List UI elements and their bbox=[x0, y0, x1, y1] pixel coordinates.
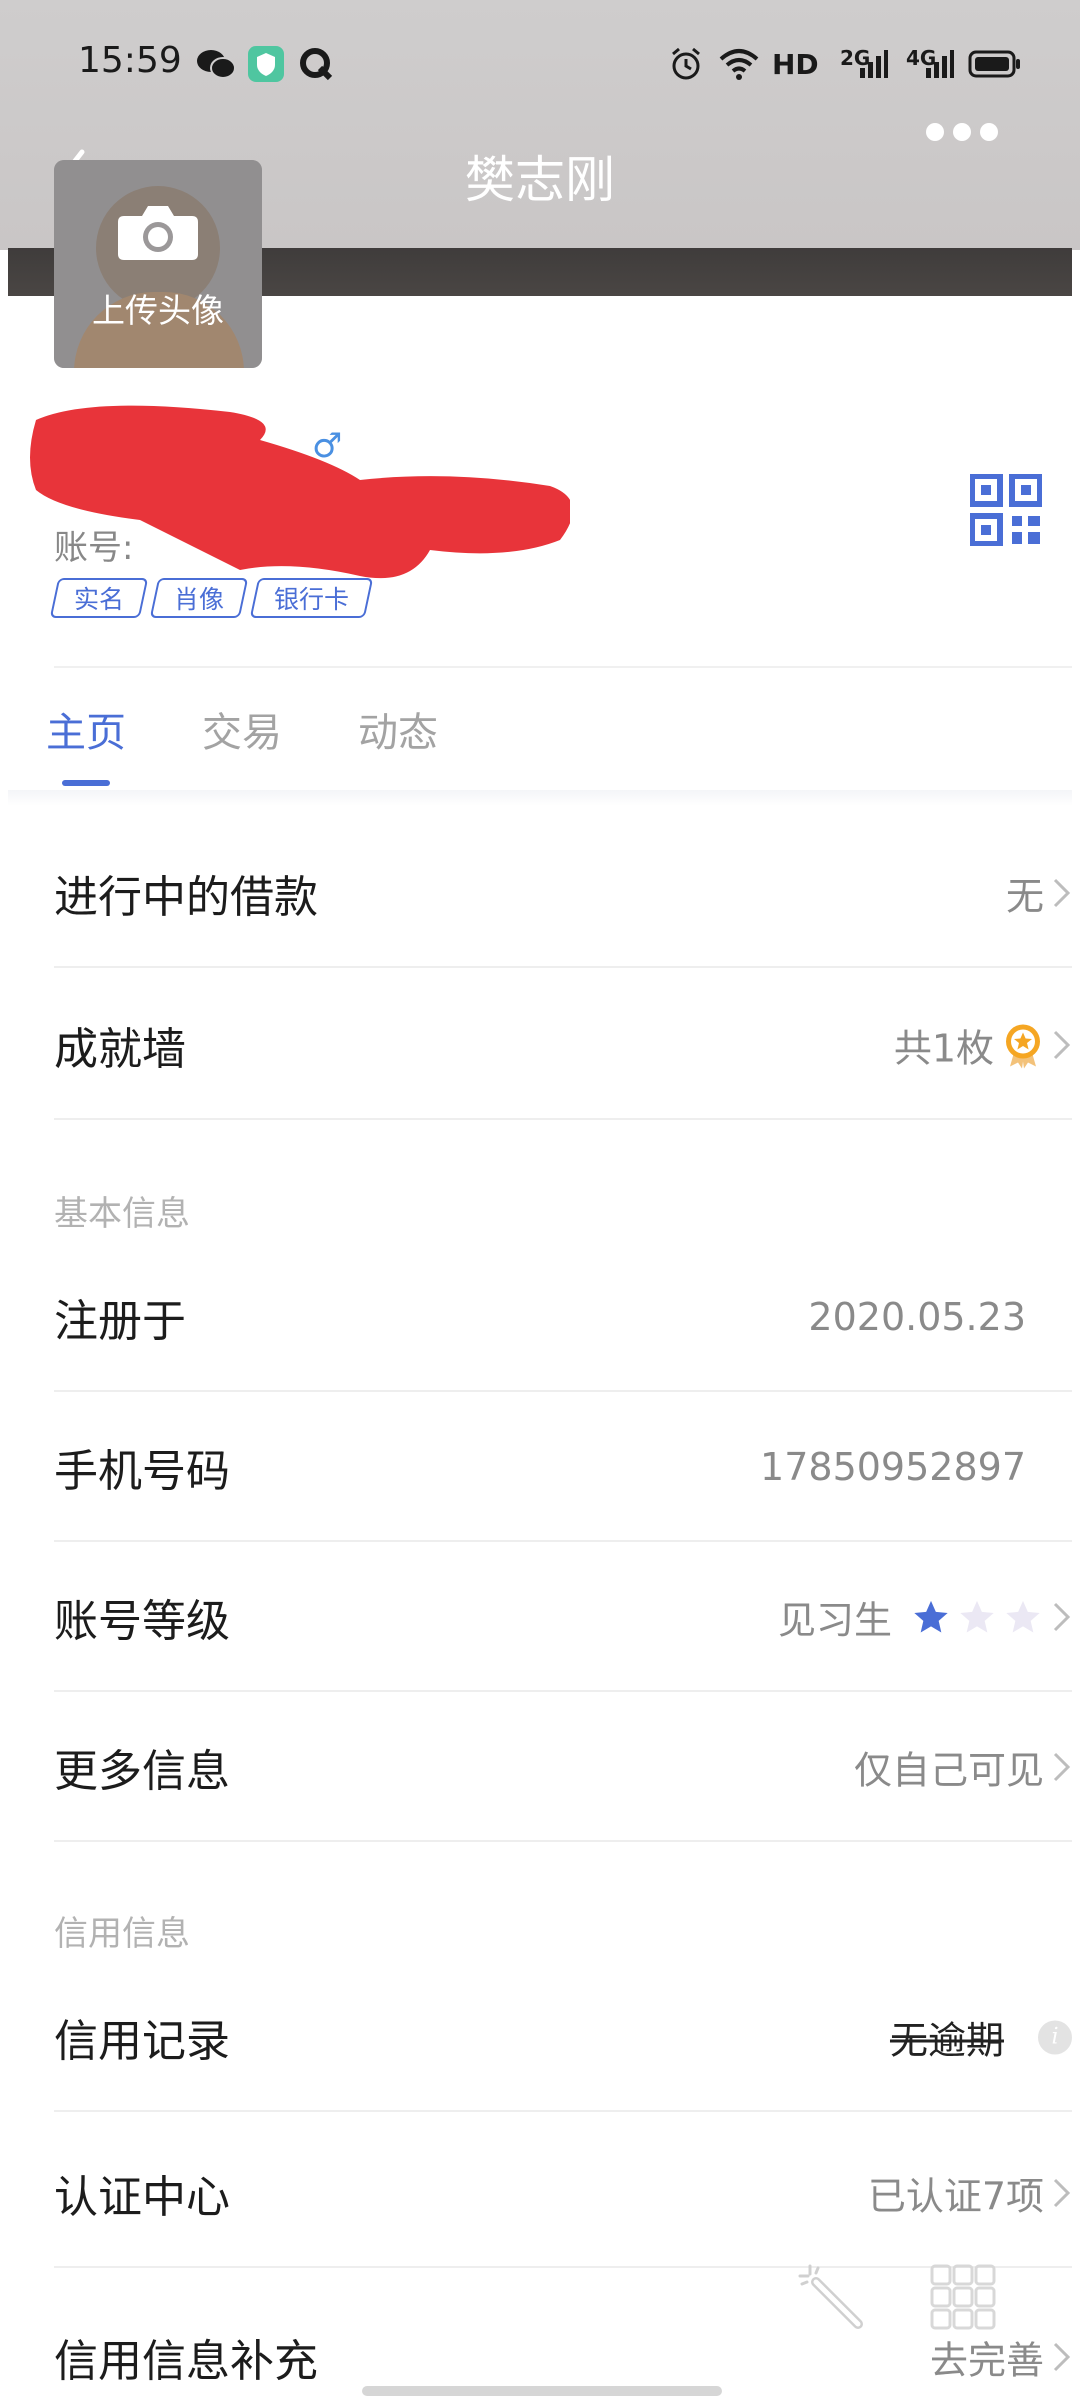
row-value: 共1枚 bbox=[894, 1018, 1044, 1073]
chevron-right-icon bbox=[1053, 878, 1071, 908]
level-stars bbox=[910, 1597, 1044, 1637]
divider bbox=[54, 2266, 1072, 2268]
chevron-right-icon bbox=[1053, 2178, 1071, 2208]
info-icon[interactable]: i bbox=[1038, 2020, 1072, 2054]
tag-real-name: 实名 bbox=[49, 578, 149, 618]
chevron-right-icon bbox=[1053, 1030, 1071, 1060]
tabs-separator bbox=[8, 790, 1072, 806]
row-credit-supplement[interactable]: 信用信息补充 去完善 bbox=[54, 2282, 1072, 2400]
row-value: 无 bbox=[1005, 874, 1044, 919]
row-label: 认证中心 bbox=[54, 2172, 230, 2223]
row-label: 手机号码 bbox=[54, 1446, 230, 1497]
security-app-icon bbox=[248, 44, 284, 84]
alarm-icon bbox=[668, 44, 704, 84]
upload-avatar-label: 上传头像 bbox=[92, 291, 224, 330]
signal-2g-icon bbox=[852, 44, 888, 84]
network-hd-label: HD bbox=[772, 48, 819, 81]
avatar-overlay bbox=[54, 160, 262, 368]
qr-code-icon[interactable] bbox=[969, 473, 1043, 547]
divider bbox=[54, 1118, 1072, 1120]
redaction-mark bbox=[30, 400, 573, 590]
row-credit-record[interactable]: 信用记录 无逾期 i bbox=[54, 1962, 1072, 2112]
row-account-level[interactable]: 账号等级 见习生 bbox=[54, 1542, 1072, 1692]
row-label: 信用记录 bbox=[54, 2016, 230, 2067]
q-app-icon bbox=[298, 44, 334, 84]
wifi-icon bbox=[718, 44, 760, 84]
row-label: 成就墙 bbox=[54, 1024, 186, 1075]
section-title-credit-info: 信用信息 bbox=[54, 1914, 190, 1954]
row-value: 去完善 bbox=[929, 2338, 1044, 2383]
status-bar: 15:59 HD 2G 4G bbox=[0, 38, 1080, 94]
chevron-right-icon bbox=[1053, 1602, 1071, 1632]
magic-wand-icon[interactable] bbox=[796, 2262, 868, 2334]
row-label: 更多信息 bbox=[54, 1746, 230, 1797]
row-value: 仅自己可见 bbox=[853, 1748, 1044, 1793]
divider bbox=[54, 966, 1072, 968]
tab-home[interactable]: 主页 bbox=[46, 700, 126, 758]
tag-bank-card: 银行卡 bbox=[249, 578, 374, 618]
row-ongoing-loans[interactable]: 进行中的借款 无 bbox=[54, 818, 1072, 968]
verification-tags: 实名 肖像 银行卡 bbox=[49, 578, 374, 618]
star-filled-icon bbox=[914, 1600, 948, 1632]
row-label: 进行中的借款 bbox=[54, 872, 318, 923]
row-value: 已认证7项 bbox=[867, 2174, 1044, 2219]
star-empty-icon bbox=[1006, 1600, 1040, 1632]
status-time: 15:59 bbox=[78, 40, 182, 81]
tag-portrait: 肖像 bbox=[149, 578, 249, 618]
tab-activity[interactable]: 动态 bbox=[358, 700, 438, 758]
medal-icon bbox=[1006, 1024, 1040, 1068]
tab-trade[interactable]: 交易 bbox=[202, 700, 282, 758]
chevron-right-icon bbox=[1053, 2342, 1071, 2372]
home-indicator[interactable] bbox=[362, 2386, 722, 2396]
row-value: 见习生 bbox=[778, 1590, 1044, 1645]
row-label: 注册于 bbox=[54, 1296, 186, 1347]
section-title-basic-info: 基本信息 bbox=[54, 1194, 190, 1234]
more-options-icon[interactable] bbox=[926, 118, 998, 146]
keypad-grid-icon[interactable] bbox=[930, 2264, 996, 2330]
chevron-right-icon bbox=[1053, 1752, 1071, 1782]
active-tab-indicator bbox=[62, 780, 110, 786]
row-more-info[interactable]: 更多信息 仅自己可见 bbox=[54, 1692, 1072, 1842]
row-value: 17850952897 bbox=[760, 1445, 1026, 1489]
camera-icon bbox=[116, 202, 200, 262]
signal-4g-icon bbox=[918, 44, 954, 84]
divider bbox=[54, 2110, 1072, 2112]
divider bbox=[54, 1840, 1072, 1842]
row-achievement-wall[interactable]: 成就墙 共1枚 bbox=[54, 970, 1072, 1120]
row-value: 2020.05.23 bbox=[808, 1295, 1026, 1339]
row-label: 信用信息补充 bbox=[54, 2336, 318, 2387]
row-registered-date: 注册于 2020.05.23 bbox=[54, 1242, 1072, 1392]
row-label: 账号等级 bbox=[54, 1596, 230, 1647]
wechat-icon bbox=[196, 44, 236, 84]
row-certification-center[interactable]: 认证中心 已认证7项 bbox=[54, 2118, 1072, 2268]
divider bbox=[54, 666, 1072, 668]
row-phone-number: 手机号码 17850952897 bbox=[54, 1392, 1072, 1542]
battery-icon bbox=[968, 44, 1022, 84]
star-empty-icon bbox=[960, 1600, 994, 1632]
profile-tabs: 主页 交易 动态 bbox=[46, 700, 514, 758]
avatar-upload[interactable]: 上传头像 bbox=[54, 160, 262, 368]
row-value: 无逾期 i bbox=[890, 2010, 1072, 2065]
